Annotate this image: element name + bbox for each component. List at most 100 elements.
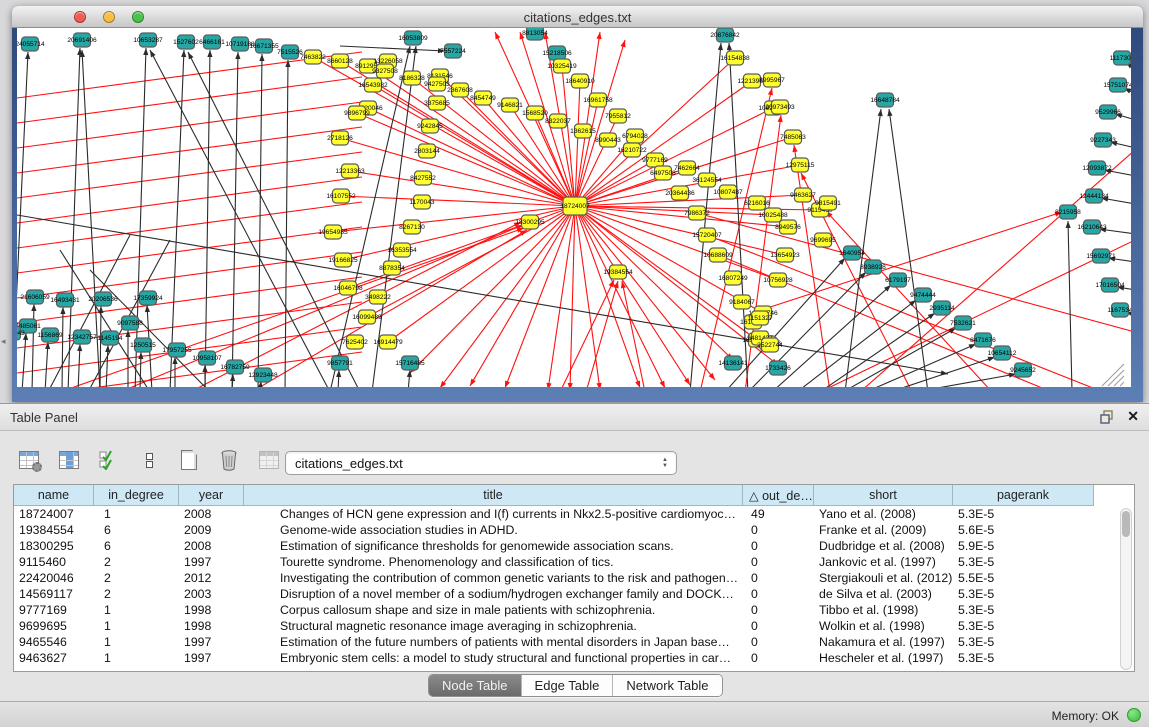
table-cell[interactable]: Franke et al. (2009) <box>814 522 953 538</box>
table-cell[interactable]: 2009 <box>179 522 244 538</box>
table-cell[interactable]: Genome-wide association studies in ADHD. <box>244 522 743 538</box>
table-cell[interactable]: 9465546 <box>14 634 94 650</box>
table-cell[interactable]: 6 <box>94 522 179 538</box>
control-panel-collapse-handle[interactable]: ◂ <box>1 336 6 347</box>
resize-grip-icon[interactable] <box>1114 376 1124 386</box>
graph-edge[interactable] <box>575 206 640 387</box>
table-cell[interactable]: Jankovic et al. (1997) <box>814 554 953 570</box>
table-cell[interactable]: 9463627 <box>14 650 94 666</box>
table-cell[interactable]: 2 <box>94 554 179 570</box>
table-cell[interactable]: 0 <box>743 586 814 602</box>
table-cell[interactable]: Investigating the contribution of common… <box>244 570 743 586</box>
graph-edge[interactable] <box>17 127 362 173</box>
graph-edge[interactable] <box>330 46 410 387</box>
table-cell[interactable]: 5.9E-5 <box>953 538 1094 554</box>
table-cell[interactable]: 5.3E-5 <box>953 634 1094 650</box>
graph-edge[interactable] <box>205 50 210 387</box>
graph-edge[interactable] <box>17 202 362 248</box>
table-cell[interactable]: Embryonic stem cells: a model to study s… <box>244 650 743 666</box>
table-cell[interactable]: 2008 <box>179 538 244 554</box>
column-header-1[interactable]: in_degree <box>94 485 179 506</box>
table-cell[interactable]: Structural magnetic resonance image aver… <box>244 618 743 634</box>
graph-edge[interactable] <box>340 46 445 51</box>
table-cell[interactable]: 1997 <box>179 554 244 570</box>
table-cell[interactable]: Nakamura et al. (1997) <box>814 634 953 650</box>
table-cell[interactable]: 1 <box>94 618 179 634</box>
table-row[interactable]: 2242004622012Investigating the contribut… <box>14 570 1134 586</box>
graph-edge[interactable] <box>357 113 575 206</box>
table-cell[interactable]: 9777169 <box>14 602 94 618</box>
table-cell[interactable]: de Silva et al. (2003) <box>814 586 953 602</box>
table-row[interactable]: 946362711997Embryonic stem cells: a mode… <box>14 650 1134 666</box>
table-cell[interactable]: 2003 <box>179 586 244 602</box>
table-row[interactable]: 1830029562008Estimation of significance … <box>14 538 1134 554</box>
table-cell[interactable]: 0 <box>743 554 814 570</box>
graph-edge[interactable] <box>285 60 288 387</box>
table-mode-button[interactable] <box>16 447 42 473</box>
graph-edge[interactable] <box>135 48 146 387</box>
table-cell[interactable]: Corpus callosum shape and size in male p… <box>244 602 743 618</box>
create-new-table-button[interactable] <box>176 447 202 473</box>
table-cell[interactable]: 5.3E-5 <box>953 650 1094 666</box>
graph-edge[interactable] <box>889 109 928 387</box>
float-panel-icon[interactable] <box>1099 409 1115 425</box>
table-cell[interactable]: 5.3E-5 <box>953 554 1094 570</box>
table-cell[interactable]: 14569117 <box>14 586 94 602</box>
graph-edge[interactable] <box>22 333 26 387</box>
table-cell[interactable]: 0 <box>743 618 814 634</box>
column-header-0[interactable]: name <box>14 485 94 506</box>
destroy-table-button[interactable] <box>256 447 282 473</box>
graph-edge[interactable] <box>17 152 362 198</box>
table-cell[interactable]: 6 <box>94 538 179 554</box>
table-cell[interactable]: Tourette syndrome. Phenomenology and cla… <box>244 554 743 570</box>
column-header-4[interactable]: △ out_de… <box>743 485 814 506</box>
graph-edge[interactable] <box>100 306 101 387</box>
graph-edge[interactable] <box>915 374 1016 387</box>
table-cell[interactable]: 1997 <box>179 650 244 666</box>
table-cell[interactable]: 9115460 <box>14 554 94 570</box>
table-cell[interactable]: Yano et al. (2008) <box>814 506 953 522</box>
graph-edge[interactable] <box>62 307 63 387</box>
table-cell[interactable]: 1 <box>94 650 179 666</box>
table-scrollbar-thumb[interactable] <box>1122 511 1130 537</box>
deselect-all-rows-button[interactable] <box>136 447 162 473</box>
table-cell[interactable]: 1998 <box>179 602 244 618</box>
table-cell[interactable]: 0 <box>743 522 814 538</box>
network-window-titlebar[interactable]: citations_edges.txt <box>12 6 1143 28</box>
table-cell[interactable]: 5.3E-5 <box>953 506 1094 522</box>
graph-edge[interactable] <box>866 344 976 387</box>
delete-column-button[interactable] <box>216 447 242 473</box>
table-cell[interactable]: 1 <box>94 602 179 618</box>
table-cell[interactable]: 9699695 <box>14 618 94 634</box>
network-canvas[interactable]: 2405571420691406106532871527602646616110… <box>17 28 1131 387</box>
table-row[interactable]: 1872400712008Changes of HCN gene express… <box>14 506 1134 522</box>
graph-edge[interactable] <box>17 77 362 123</box>
table-cell[interactable]: 18724007 <box>14 506 94 522</box>
table-cell[interactable]: 2012 <box>179 570 244 586</box>
table-cell[interactable]: 5.6E-5 <box>953 522 1094 538</box>
select-all-rows-button[interactable] <box>96 447 122 473</box>
graph-edge[interactable] <box>17 252 362 298</box>
graph-edge[interactable] <box>188 52 360 387</box>
table-cell[interactable]: 1 <box>94 634 179 650</box>
table-cell[interactable]: 1998 <box>179 618 244 634</box>
graph-edge[interactable] <box>17 227 362 273</box>
tab-network-table[interactable]: Network Table <box>613 675 721 696</box>
graph-edge[interactable] <box>48 235 130 387</box>
table-cell[interactable]: Stergiakouli et al. (2012) <box>814 570 953 586</box>
column-header-5[interactable]: short <box>814 485 953 506</box>
table-cell[interactable]: 5.3E-5 <box>953 618 1094 634</box>
table-row[interactable]: 977716911998Corpus callosum shape and si… <box>14 602 1134 618</box>
column-header-2[interactable]: year <box>179 485 244 506</box>
table-cell[interactable]: 2 <box>94 586 179 602</box>
table-cell[interactable]: Dudbridge et al. (2008) <box>814 538 953 554</box>
table-cell[interactable]: Changes of HCN gene expression and I(f) … <box>244 506 743 522</box>
table-cell[interactable]: 18300295 <box>14 538 94 554</box>
graph-edge[interactable] <box>258 54 262 387</box>
tab-node-table[interactable]: Node Table <box>429 675 522 696</box>
table-cell[interactable]: 19384554 <box>14 522 94 538</box>
table-row[interactable]: 911546021997Tourette syndrome. Phenomeno… <box>14 554 1134 570</box>
close-panel-icon[interactable]: ✕ <box>1127 408 1139 425</box>
table-cell[interactable]: 1997 <box>179 634 244 650</box>
table-cell[interactable]: 0 <box>743 538 814 554</box>
